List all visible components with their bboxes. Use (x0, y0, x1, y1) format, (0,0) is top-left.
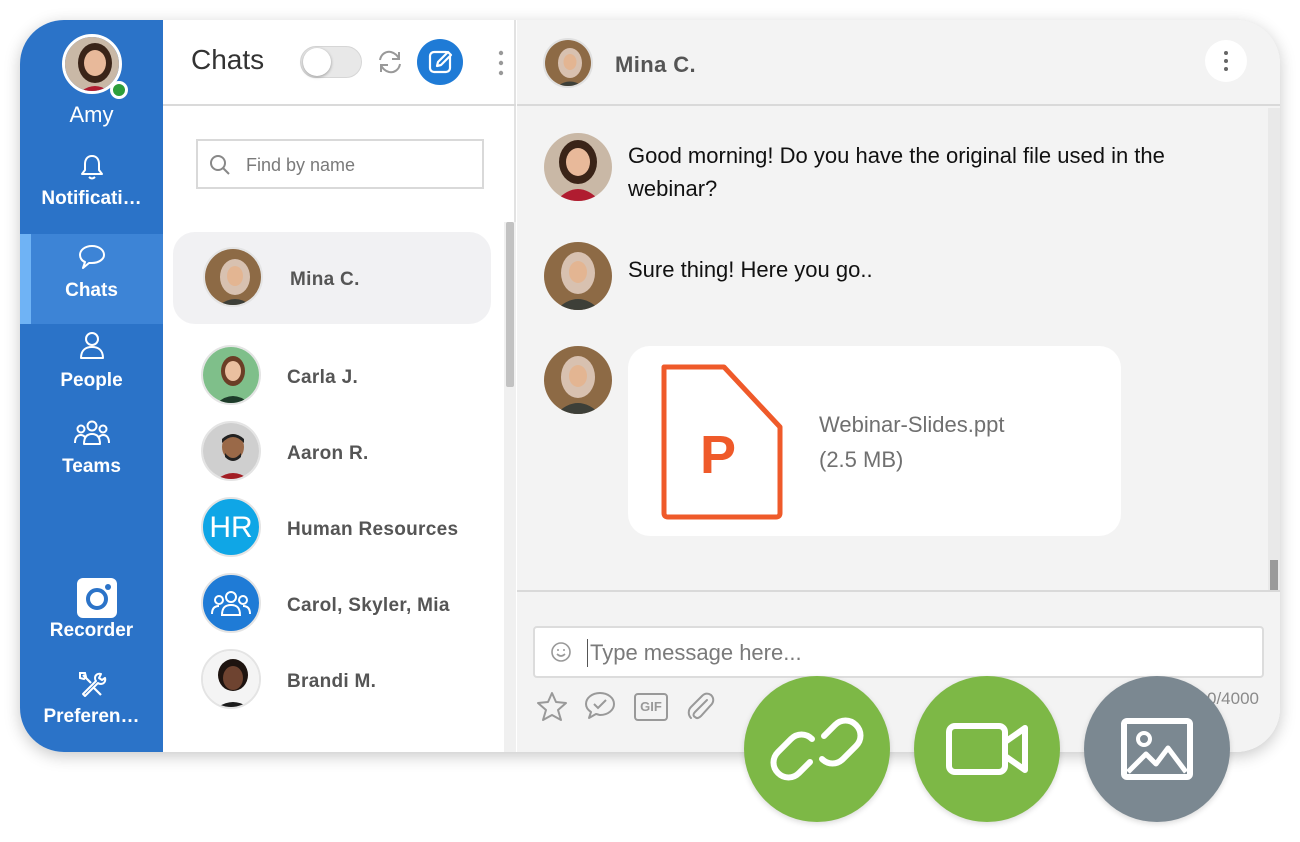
conversation-more-button[interactable] (1205, 40, 1247, 82)
contact-name: Carol, Skyler, Mia (287, 595, 450, 616)
nav-label-people: People (60, 370, 123, 391)
message-avatar-amy (544, 133, 612, 201)
conversation-scroll-thumb[interactable] (1270, 560, 1278, 590)
contact-avatar (201, 345, 261, 405)
online-status-indicator (110, 81, 128, 99)
more-vertical-icon[interactable] (497, 48, 505, 78)
tools-icon (79, 672, 107, 697)
chat-app-window: Amy Notificati… Chats People Teams Recor… (20, 20, 1280, 752)
message-input-box (533, 626, 1264, 678)
message-avatar-mina (544, 346, 612, 414)
gif-button[interactable]: GIF (634, 693, 668, 721)
paperclip-icon[interactable] (683, 690, 717, 724)
contact-avatar (201, 649, 261, 709)
message-text: Sure thing! Here you go.. (628, 257, 873, 282)
nav-item-notifications[interactable]: Notificati… (20, 144, 163, 234)
group-icon (211, 591, 251, 616)
user-name: Amy (69, 102, 114, 127)
camera-icon (77, 578, 117, 618)
conversation-scrollbar[interactable] (1268, 108, 1280, 590)
contact-name: Brandi M. (287, 671, 377, 692)
file-size: (2.5 MB) (819, 447, 904, 472)
contact-name: Aaron R. (287, 443, 369, 464)
emoji-icon[interactable] (549, 640, 573, 664)
video-camera-icon (946, 723, 1028, 775)
nav-item-recorder[interactable]: Recorder (20, 572, 163, 662)
conversation-title: Mina C. (615, 52, 697, 77)
chat-list-header: Chats (163, 20, 516, 106)
contact-brandi[interactable]: Brandi M. (173, 636, 491, 728)
contact-name: Carla J. (287, 367, 359, 388)
file-attachment-card[interactable]: P Webinar-Slides.ppt (2.5 MB) (628, 346, 1121, 536)
refresh-icon[interactable] (375, 47, 405, 77)
message-input[interactable] (587, 639, 1227, 667)
share-image-button[interactable] (1084, 676, 1230, 822)
nav-item-chats[interactable]: Chats (20, 234, 163, 324)
nav-label-chats: Chats (65, 280, 118, 301)
nav-label-preferences: Preferen… (43, 706, 140, 727)
conversation-panel: Mina C. Good morning! Do you have the or… (517, 20, 1280, 752)
nav-label-recorder: Recorder (49, 620, 134, 641)
file-type-letter: P (699, 425, 737, 485)
edit-icon (428, 50, 453, 74)
contact-avatar (203, 247, 263, 307)
conversation-header: Mina C. (517, 20, 1280, 106)
chat-list-scroll-thumb[interactable] (506, 222, 514, 387)
bell-icon (81, 155, 103, 180)
link-icon (770, 717, 864, 781)
file-name: Webinar-Slides.ppt (819, 412, 1005, 437)
search-input[interactable] (246, 152, 466, 178)
video-call-button[interactable] (914, 676, 1060, 822)
person-icon (80, 332, 104, 359)
status-toggle[interactable] (300, 46, 362, 78)
contact-name: Mina C. (290, 269, 360, 290)
nav-item-preferences[interactable]: Preferen… (20, 662, 163, 752)
chat-list-title: Chats (191, 44, 265, 75)
share-link-button[interactable] (744, 676, 890, 822)
group-avatar (201, 573, 261, 633)
nav-label-notifications: Notificati… (41, 188, 142, 209)
nav-item-teams[interactable]: Teams (20, 414, 163, 504)
chat-list-panel: Chats Find by name Mina C. Carla J. Aaro… (163, 20, 516, 752)
hr-initials-avatar: HR (201, 497, 261, 557)
nav-rail: Amy Notificati… Chats People Teams Recor… (20, 20, 163, 752)
search-box (196, 139, 484, 189)
nav-label-teams: Teams (62, 456, 121, 477)
speech-check-icon[interactable] (583, 688, 617, 722)
message-text: Good morning! Do you have the original f… (628, 143, 1165, 201)
star-icon[interactable] (535, 690, 569, 724)
message-avatar-mina (544, 242, 612, 310)
toggle-knob (303, 48, 331, 76)
nav-item-people[interactable]: People (20, 324, 163, 414)
contact-name: Human Resources (287, 519, 459, 540)
contact-avatar (201, 421, 261, 481)
speech-bubble-icon (79, 245, 105, 269)
compose-button[interactable] (417, 39, 463, 85)
conversation-avatar[interactable] (543, 38, 593, 88)
contact-mina[interactable]: Mina C. (173, 232, 491, 324)
image-icon (1121, 718, 1193, 780)
more-vertical-icon (1224, 51, 1228, 71)
search-icon (210, 155, 230, 175)
group-icon (74, 420, 110, 445)
